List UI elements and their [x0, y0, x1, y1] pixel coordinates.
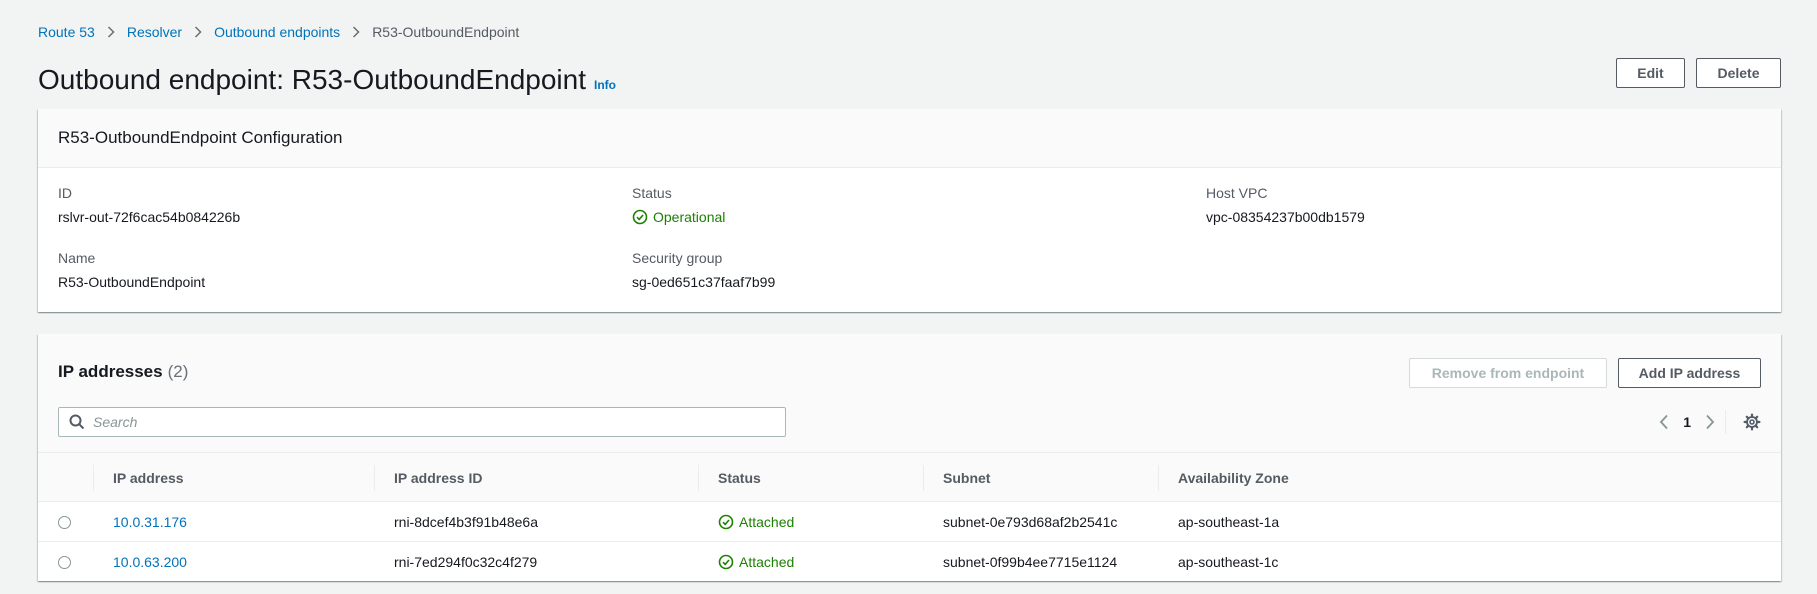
row-status-text: Attached: [739, 514, 795, 530]
ip-addresses-title: IP addresses (2): [58, 362, 188, 382]
configuration-title: R53-OutboundEndpoint Configuration: [38, 109, 1781, 168]
host-vpc-value: vpc-08354237b00db1579: [1206, 209, 1365, 225]
ip-address-link[interactable]: 10.0.63.200: [93, 542, 187, 582]
success-check-icon: [632, 209, 648, 225]
host-vpc-field: Host VPC vpc-08354237b00db1579: [1206, 185, 1365, 225]
row-status: Attached: [698, 502, 794, 542]
row-subnet: subnet-0f99b4ee7715e1124: [943, 554, 1118, 570]
ip-addresses-panel: IP addresses (2) Remove from endpoint Ad…: [38, 334, 1781, 581]
name-value: R53-OutboundEndpoint: [58, 274, 206, 290]
pagination: 1: [1659, 410, 1715, 434]
ip-address-link[interactable]: 10.0.31.176: [93, 502, 187, 542]
status-label: Status: [632, 185, 672, 201]
edit-button[interactable]: Edit: [1616, 58, 1685, 88]
row-status-text: Attached: [739, 554, 795, 570]
configuration-panel: R53-OutboundEndpoint Configuration ID rs…: [38, 109, 1781, 312]
breadcrumb-route53[interactable]: Route 53: [38, 24, 95, 40]
id-label: ID: [58, 185, 72, 201]
row-status: Attached: [698, 542, 794, 582]
status-field: Status Operational: [632, 185, 725, 225]
breadcrumb: Route 53 Resolver Outbound endpoints R53…: [38, 22, 519, 42]
table-row[interactable]: 10.0.63.200 rni-7ed294f0c32c4f279 Attach…: [38, 542, 1781, 582]
success-check-icon: [718, 514, 734, 530]
delete-button[interactable]: Delete: [1696, 58, 1781, 88]
chevron-right-icon: [340, 26, 372, 38]
chevron-right-icon: [95, 26, 127, 38]
row-select-radio[interactable]: [58, 516, 71, 529]
search-box: [58, 407, 786, 437]
ip-addresses-heading: IP addresses: [58, 362, 163, 381]
row-availability-zone: ap-southeast-1c: [1178, 554, 1279, 570]
page-header: Outbound endpoint: R53-OutboundEndpoint …: [38, 64, 616, 96]
pager-divider: [1725, 410, 1726, 434]
search-input[interactable]: [93, 414, 773, 430]
name-label: Name: [58, 250, 96, 266]
page-number[interactable]: 1: [1683, 414, 1691, 430]
remove-from-endpoint-button[interactable]: Remove from endpoint: [1409, 358, 1607, 388]
id-value: rslvr-out-72f6cac54b084226b: [58, 209, 241, 225]
add-ip-address-button[interactable]: Add IP address: [1618, 358, 1761, 388]
breadcrumb-outbound-endpoints[interactable]: Outbound endpoints: [214, 24, 340, 40]
column-subnet[interactable]: Subnet: [923, 453, 990, 503]
chevron-left-icon[interactable]: [1659, 414, 1669, 430]
table-body: 10.0.31.176 rni-8dcef4b3f91b48e6a Attach…: [38, 502, 1781, 582]
table-header: IP address IP address ID Status Subnet A…: [38, 452, 1781, 502]
success-check-icon: [718, 554, 734, 570]
ip-addresses-count: (2): [167, 362, 189, 381]
chevron-right-icon: [182, 26, 214, 38]
name-field: Name R53-OutboundEndpoint: [58, 250, 205, 290]
table-row[interactable]: 10.0.31.176 rni-8dcef4b3f91b48e6a Attach…: [38, 502, 1781, 542]
row-availability-zone: ap-southeast-1a: [1178, 514, 1280, 530]
column-availability-zone[interactable]: Availability Zone: [1158, 453, 1289, 503]
column-ip-address[interactable]: IP address: [93, 453, 184, 503]
search-icon: [69, 414, 85, 430]
status-text: Operational: [653, 209, 726, 225]
security-group-label: Security group: [632, 250, 723, 266]
column-status[interactable]: Status: [698, 453, 761, 503]
ip-address-id: rni-7ed294f0c32c4f279: [394, 554, 538, 570]
gear-icon[interactable]: [1743, 413, 1761, 431]
column-ip-address-id[interactable]: IP address ID: [374, 453, 482, 503]
chevron-right-icon[interactable]: [1705, 414, 1715, 430]
id-field: ID rslvr-out-72f6cac54b084226b: [58, 185, 240, 225]
status-value: Operational: [632, 209, 725, 225]
row-subnet: subnet-0e793d68af2b2541c: [943, 514, 1118, 530]
info-link[interactable]: Info: [594, 78, 616, 92]
ip-address-id: rni-8dcef4b3f91b48e6a: [394, 514, 539, 530]
ip-addresses-header: IP addresses (2) Remove from endpoint Ad…: [38, 334, 1781, 452]
security-group-field: Security group sg-0ed651c37faaf7b99: [632, 250, 775, 290]
breadcrumb-current: R53-OutboundEndpoint: [372, 24, 520, 40]
row-select-radio[interactable]: [58, 556, 71, 569]
breadcrumb-resolver[interactable]: Resolver: [127, 24, 182, 40]
host-vpc-label: Host VPC: [1206, 185, 1268, 201]
page-title: Outbound endpoint: R53-OutboundEndpoint: [38, 64, 586, 95]
security-group-value: sg-0ed651c37faaf7b99: [632, 274, 776, 290]
